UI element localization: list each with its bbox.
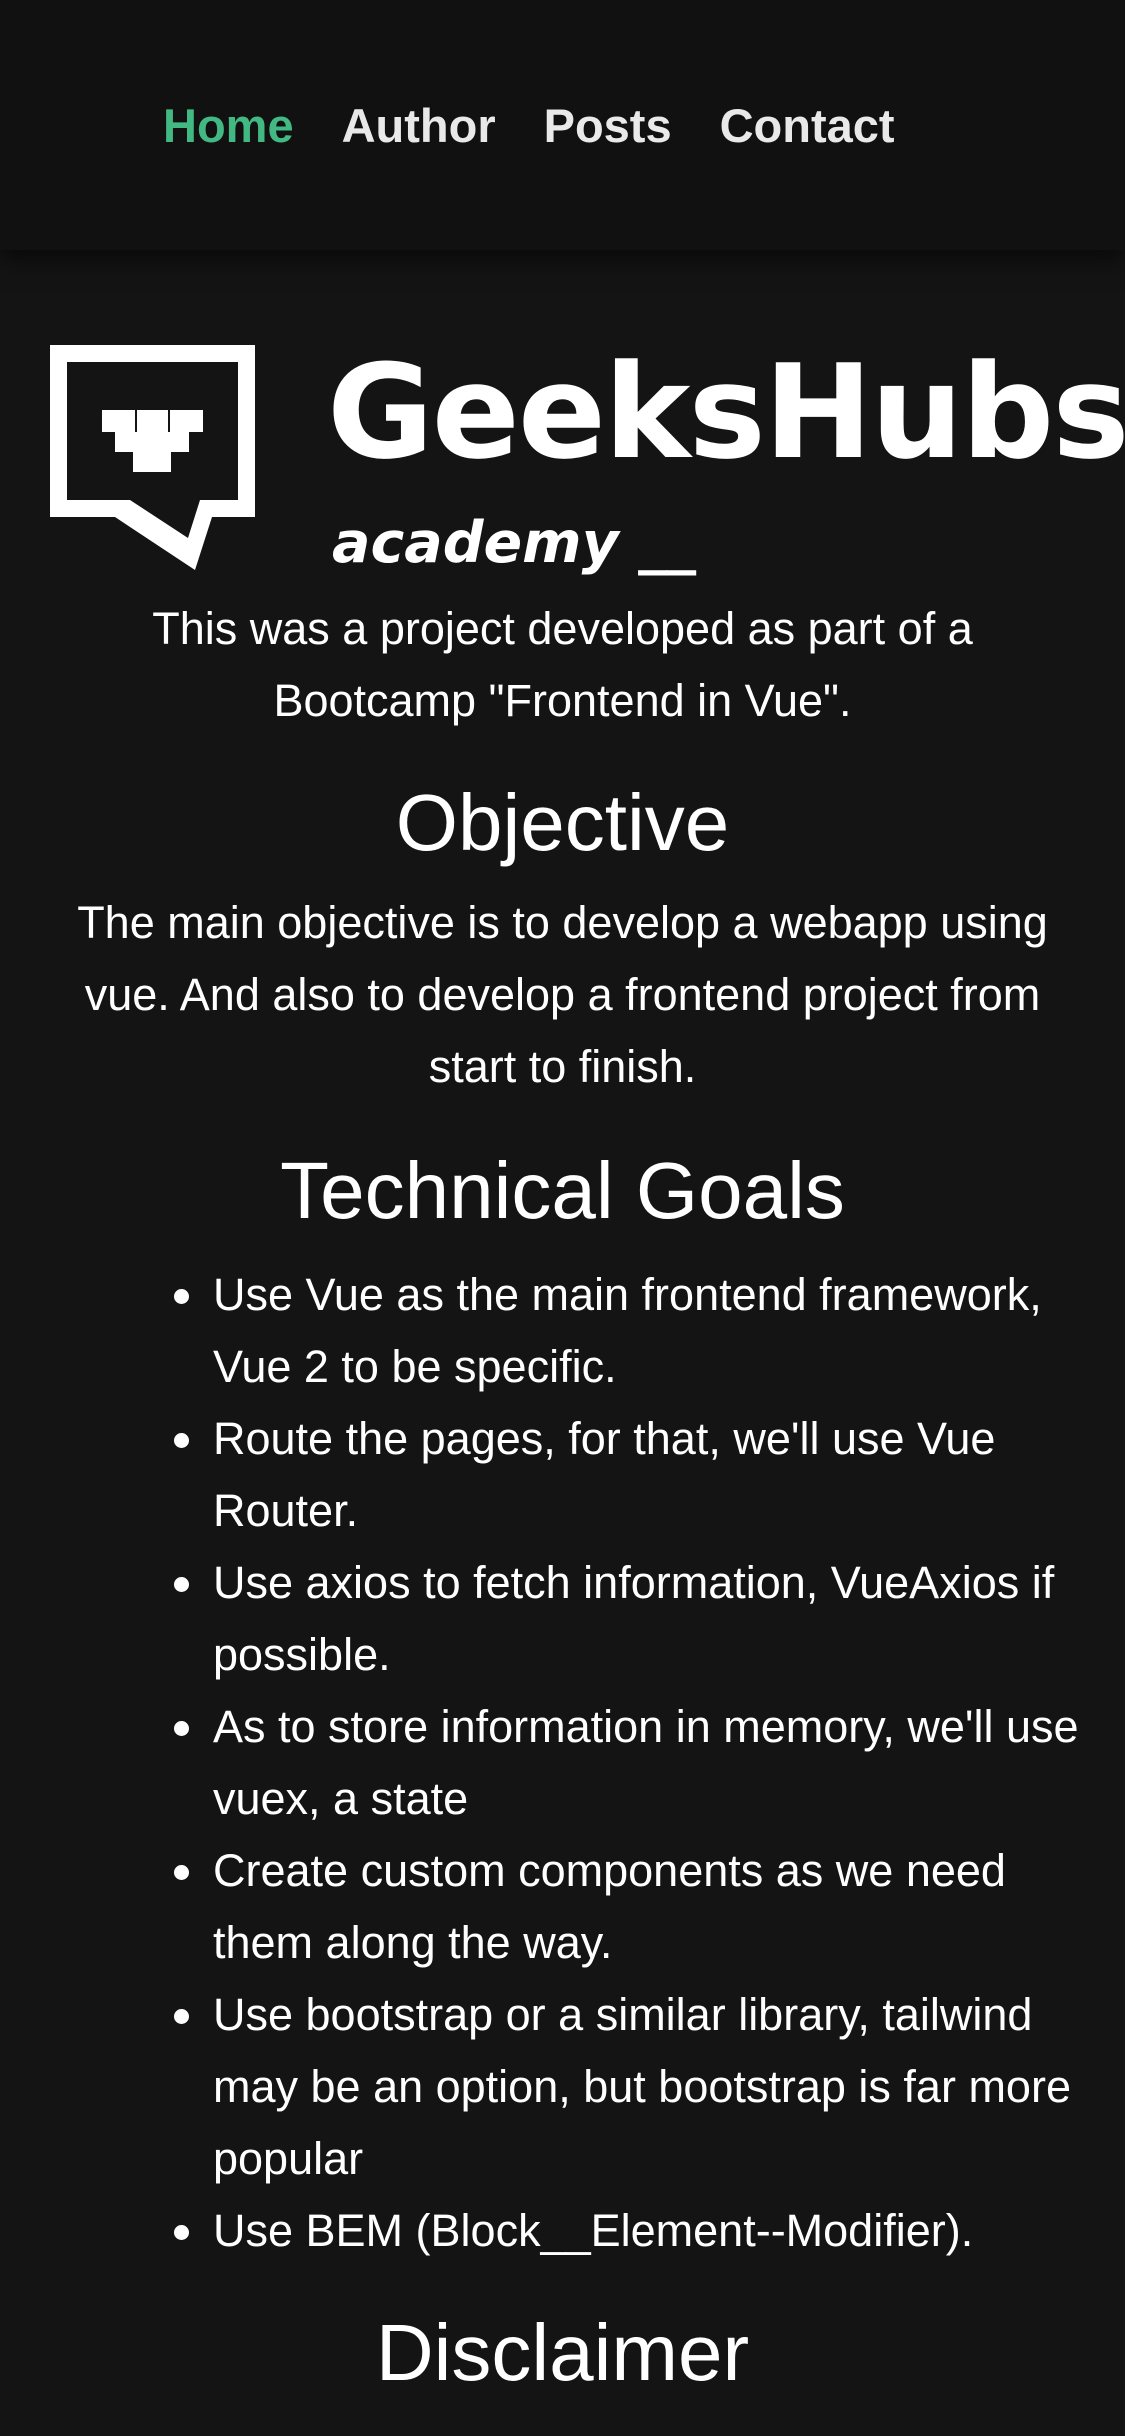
nav-item-home: Home <box>163 96 294 156</box>
list-item: Use BEM (Block__Element--Modifier). <box>174 2195 1093 2267</box>
bullet-icon <box>174 2225 189 2240</box>
list-item-text: As to store information in memory, we'll… <box>213 1701 1079 1824</box>
navbar: Home Author Posts Contact <box>0 0 1125 250</box>
list-item: Route the pages, for that, we'll use Vue… <box>174 1403 1093 1547</box>
bullet-icon <box>174 1721 189 1736</box>
logo-title: GeeksHubs <box>327 336 1125 488</box>
list-item: Use bootstrap or a similar library, tail… <box>174 1979 1093 2195</box>
bullet-icon <box>174 1865 189 1880</box>
list-item-text: Use axios to fetch information, VueAxios… <box>213 1557 1055 1680</box>
nav-link-posts[interactable]: Posts <box>544 99 672 152</box>
list-item: As to store information in memory, we'll… <box>174 1691 1093 1835</box>
list-item-text: Route the pages, for that, we'll use Vue… <box>213 1413 996 1536</box>
page: Home Author Posts Contact GeeksHubs acad… <box>0 0 1125 2436</box>
nav-item-contact: Contact <box>720 96 895 156</box>
bullet-icon <box>174 1577 189 1592</box>
nav-link-author[interactable]: Author <box>342 99 496 152</box>
list-item-text: Use BEM (Block__Element--Modifier). <box>213 2205 974 2256</box>
main-content: This was a project developed as part of … <box>0 593 1125 2401</box>
bullet-icon <box>174 1289 189 1304</box>
technical-goals-list: Use Vue as the main frontend framework, … <box>174 1259 1093 2267</box>
objective-heading: Objective <box>395 778 730 867</box>
geekshubs-logo-icon <box>50 345 255 570</box>
objective-text: The main objective is to develop a webap… <box>77 897 1048 1092</box>
list-item: Create custom components as we need them… <box>174 1835 1093 1979</box>
nav-links: Home Author Posts Contact <box>163 96 895 156</box>
nav-link-contact[interactable]: Contact <box>720 99 895 152</box>
list-item-text: Use Vue as the main frontend framework, … <box>213 1269 1042 1392</box>
disclaimer-heading: Disclaimer <box>375 2308 750 2397</box>
geekshubs-logo: GeeksHubs academy __ <box>50 337 1125 585</box>
bullet-icon <box>174 1433 189 1448</box>
intro-text: This was a project developed as part of … <box>152 603 973 726</box>
bullet-icon <box>174 2009 189 2024</box>
list-item: Use Vue as the main frontend framework, … <box>174 1259 1093 1403</box>
list-item: Use axios to fetch information, VueAxios… <box>174 1547 1093 1691</box>
list-item-text: Use bootstrap or a similar library, tail… <box>213 1989 1071 2184</box>
nav-item-posts: Posts <box>544 96 672 156</box>
nav-link-home[interactable]: Home <box>163 99 294 152</box>
logo-subtitle: academy __ <box>332 510 696 576</box>
nav-item-author: Author <box>342 96 496 156</box>
list-item-text: Create custom components as we need them… <box>213 1845 1006 1968</box>
technical-goals-heading: Technical Goals <box>280 1146 845 1235</box>
